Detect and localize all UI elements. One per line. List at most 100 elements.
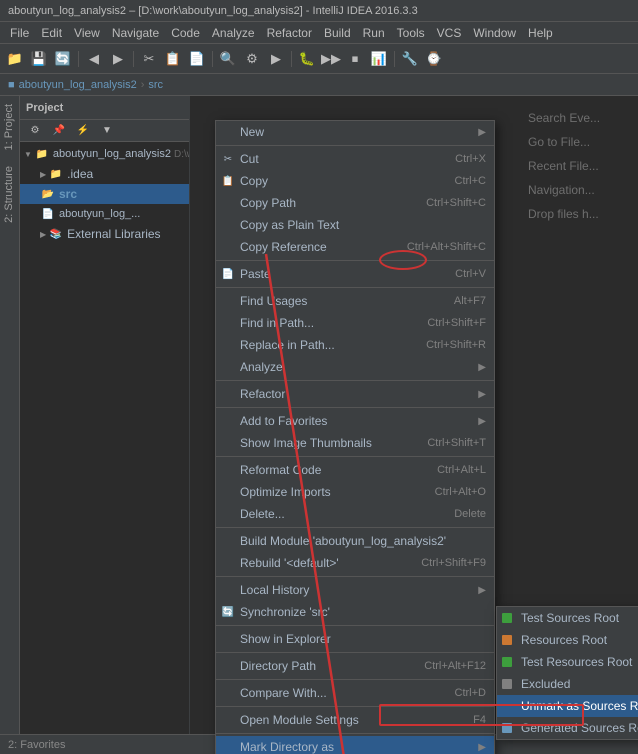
ctx-rebuild[interactable]: Rebuild '<default>' Ctrl+Shift+F9 [216,552,494,574]
toolbar-btn-9[interactable]: ▶▶ [320,48,342,70]
ctx-replace-in-path-label: Replace in Path... [240,338,335,352]
submenu-excluded[interactable]: Excluded [497,673,638,695]
ctx-delete[interactable]: Delete... Delete [216,503,494,525]
menu-window[interactable]: Window [467,24,522,42]
ctx-dir-path-shortcut: Ctrl+Alt+F12 [404,660,486,672]
ctx-analyze[interactable]: Analyze ▶ [216,356,494,378]
ctx-find-in-path[interactable]: Find in Path... Ctrl+Shift+F [216,312,494,334]
ctx-paste[interactable]: 📄 Paste Ctrl+V [216,263,494,285]
toolbar-btn-12[interactable]: 🔧 [399,48,421,70]
ctx-show-explorer-icon [221,632,235,646]
title-bar: aboutyun_log_analysis2 – [D:\work\abouty… [0,0,638,22]
ctx-synchronize-label: Synchronize 'src' [240,605,330,619]
ctx-local-history-label: Local History [240,583,309,597]
toolbar-btn-13[interactable]: ⌚ [423,48,445,70]
ctx-new[interactable]: New ▶ [216,121,494,143]
tree-item-file[interactable]: 📄 aboutyun_log_... [20,204,189,224]
tree-item-idea[interactable]: ▶ 📁 .idea [20,164,189,184]
toolbar-btn-1[interactable]: 📁 [4,48,26,70]
sidebar-tab-project[interactable]: 1: Project [0,96,19,158]
toolbar-btn-4[interactable]: ◀ [83,48,105,70]
tree-item-project[interactable]: ▼ 📁 aboutyun_log_analysis2 D:\work\about… [20,144,189,164]
ctx-copy-plain[interactable]: Copy as Plain Text [216,214,494,236]
toolbar-btn-8[interactable]: 🐛 [296,48,318,70]
ctx-copy-path[interactable]: Copy Path Ctrl+Shift+C [216,192,494,214]
panel-btn-4[interactable]: ▼ [96,120,118,142]
menu-edit[interactable]: Edit [35,24,68,42]
ctx-rebuild-label: Rebuild '<default>' [240,556,339,570]
toolbar-btn-cut[interactable]: ✂ [138,48,160,70]
ctx-synchronize[interactable]: 🔄 Synchronize 'src' [216,601,494,623]
ctx-analyze-label: Analyze [240,360,283,374]
toolbar-btn-search[interactable]: 🔍 [217,48,239,70]
ctx-cut[interactable]: ✂ Cut Ctrl+X [216,148,494,170]
menu-vcs[interactable]: VCS [431,24,468,42]
submenu-resources[interactable]: Resources Root [497,629,638,651]
submenu-generated[interactable]: Generated Sources Root [497,717,638,739]
submenu-test-resources[interactable]: Test Resources Root [497,651,638,673]
menu-run[interactable]: Run [357,24,391,42]
ctx-sep-5 [216,407,494,408]
ctx-copy[interactable]: 📋 Copy Ctrl+C [216,170,494,192]
toolbar-btn-5[interactable]: ▶ [107,48,129,70]
ctx-compare-with[interactable]: Compare With... Ctrl+D [216,682,494,704]
menu-build[interactable]: Build [318,24,357,42]
toolbar-btn-paste[interactable]: 📄 [186,48,208,70]
panel-btn-3[interactable]: ⚡ [72,120,94,142]
toolbar-btn-6[interactable]: ⚙ [241,48,263,70]
toolbar-btn-2[interactable]: 💾 [28,48,50,70]
menu-analyze[interactable]: Analyze [206,24,261,42]
menu-help[interactable]: Help [522,24,559,42]
menu-view[interactable]: View [68,24,106,42]
menu-code[interactable]: Code [165,24,206,42]
panel-btn-1[interactable]: ⚙ [24,120,46,142]
ctx-copy-ref[interactable]: Copy Reference Ctrl+Alt+Shift+C [216,236,494,258]
ctx-build-module[interactable]: Build Module 'aboutyun_log_analysis2' [216,530,494,552]
hint-recent: Recent File... [528,154,628,178]
breadcrumb-project-name[interactable]: aboutyun_log_analysis2 [19,79,137,91]
ctx-dir-path[interactable]: Directory Path Ctrl+Alt+F12 [216,655,494,677]
ctx-find-usages[interactable]: Find Usages Alt+F7 [216,290,494,312]
ctx-optimize-imports[interactable]: Optimize Imports Ctrl+Alt+O [216,481,494,503]
ctx-copy-path-icon [221,196,235,210]
ctx-find-usages-shortcut: Alt+F7 [434,295,486,307]
ctx-replace-in-path[interactable]: Replace in Path... Ctrl+Shift+R [216,334,494,356]
ctx-find-in-path-shortcut: Ctrl+Shift+F [407,317,486,329]
content-area: Search Eve... Go to File... Recent File.… [190,96,638,754]
menu-refactor[interactable]: Refactor [261,24,318,42]
ctx-optimize-imports-shortcut: Ctrl+Alt+O [415,486,486,498]
ctx-module-settings-icon [221,713,235,727]
panel-toolbar: ⚙ 📌 ⚡ ▼ [20,120,189,142]
submenu-unmark[interactable]: Unmark as Sources Root [497,695,638,717]
toolbar-sep-2 [133,51,134,67]
panel-btn-2[interactable]: 📌 [48,120,70,142]
toolbar-btn-3[interactable]: 🔄 [52,48,74,70]
tree-item-extlib[interactable]: ▶ 📚 External Libraries [20,224,189,244]
sidebar-tab-structure[interactable]: 2: Structure [0,158,19,231]
ctx-module-settings-label: Open Module Settings [240,713,359,727]
ctx-reformat[interactable]: Reformat Code Ctrl+Alt+L [216,459,494,481]
toolbar-btn-11[interactable]: 📊 [368,48,390,70]
generated-icon [502,723,512,733]
ctx-local-history[interactable]: Local History ▶ [216,579,494,601]
toolbar-btn-7[interactable]: ▶ [265,48,287,70]
ctx-show-explorer[interactable]: Show in Explorer [216,628,494,650]
ctx-show-thumbnails[interactable]: Show Image Thumbnails Ctrl+Shift+T [216,432,494,454]
ctx-add-favorites[interactable]: Add to Favorites ▶ [216,410,494,432]
ctx-mark-dir[interactable]: Mark Directory as ▶ [216,736,494,754]
ctx-show-thumbnails-shortcut: Ctrl+Shift+T [407,437,486,449]
tree-label-project: aboutyun_log_analysis2 [53,148,171,160]
project-folder-icon: 📁 [34,146,50,162]
submenu-test-sources[interactable]: Test Sources Root [497,607,638,629]
breadcrumb-project[interactable]: ■ [8,79,15,91]
ctx-replace-in-path-shortcut: Ctrl+Shift+R [406,339,486,351]
menu-file[interactable]: File [4,24,35,42]
breadcrumb-src[interactable]: src [148,79,163,91]
ctx-module-settings[interactable]: Open Module Settings F4 [216,709,494,731]
toolbar-btn-10[interactable]: ⏹ [344,48,366,70]
toolbar-btn-copy[interactable]: 📋 [162,48,184,70]
ctx-refactor[interactable]: Refactor ▶ [216,383,494,405]
menu-tools[interactable]: Tools [391,24,431,42]
tree-item-src[interactable]: 📂 src [20,184,189,204]
menu-navigate[interactable]: Navigate [106,24,165,42]
